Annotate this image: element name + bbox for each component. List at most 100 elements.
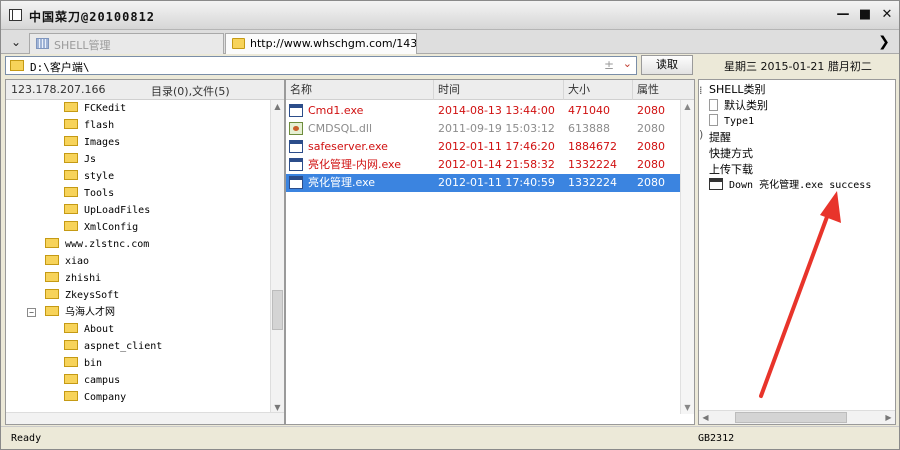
tree-node[interactable]: zhishi	[45, 270, 101, 287]
path-value: D:\客户端\	[30, 61, 90, 74]
scroll-thumb[interactable]	[272, 290, 283, 330]
file-list-pane: 名称 时间 大小 属性 Cmd1.exe 2014-08-13 13:44:00…	[285, 79, 695, 425]
tree-node[interactable]: − 乌海人才网	[27, 304, 115, 321]
category-upload-download[interactable]: 上传下载	[709, 162, 753, 178]
folder-icon	[64, 340, 78, 350]
tree-node[interactable]: Js	[64, 151, 96, 168]
tree-node[interactable]: www.zlstnc.com	[45, 236, 149, 253]
tab-shell-manager[interactable]: SHELL管理	[29, 33, 224, 54]
column-size[interactable]: 大小	[564, 80, 633, 100]
file-name: CMDSQL.dll	[308, 122, 373, 135]
column-time[interactable]: 时间	[434, 80, 564, 100]
exe-icon	[289, 104, 303, 117]
folder-icon	[64, 119, 78, 129]
tree-line: ⁞	[699, 84, 703, 97]
folder-icon	[64, 374, 78, 384]
tree-node[interactable]: FCKedit	[64, 100, 126, 117]
file-attr: 2080	[637, 104, 665, 117]
folder-icon	[64, 136, 78, 146]
folder-icon	[64, 170, 78, 180]
close-button[interactable]: ✕	[879, 7, 895, 23]
file-time: 2011-09-19 15:03:12	[438, 122, 555, 135]
tree-node[interactable]: ZkeysSoft	[45, 287, 119, 304]
path-input[interactable]: D:\客户端\ ± ⌄	[5, 56, 637, 75]
column-name[interactable]: 名称	[286, 80, 434, 100]
tree-node[interactable]: UpLoadFiles	[64, 202, 150, 219]
download-success-log[interactable]: Down 亮化管理.exe success	[709, 178, 871, 194]
file-size: 1332224	[568, 176, 617, 189]
bookmark-icon[interactable]: ±	[604, 58, 614, 72]
category-shortcut[interactable]: 快捷方式	[709, 146, 753, 162]
category-reminder[interactable]: 提醒	[709, 130, 731, 146]
file-attr: 2080	[637, 158, 665, 171]
file-size: 613888	[568, 122, 610, 135]
file-attr: 2080	[637, 122, 665, 135]
file-row[interactable]: Cmd1.exe 2014-08-13 13:44:00 471040 2080	[286, 102, 694, 120]
directory-tree: FCKedit flash Images Js style Tools UpLo…	[6, 100, 271, 414]
scroll-left-icon[interactable]: ◀	[699, 411, 712, 424]
file-row[interactable]: safeserver.exe 2012-01-11 17:46:20 18846…	[286, 138, 694, 156]
maximize-button[interactable]: ■	[857, 7, 873, 23]
tree-node[interactable]: aspnet_client	[64, 338, 162, 355]
folder-icon	[64, 102, 78, 112]
folder-icon	[64, 323, 78, 333]
scroll-up-icon[interactable]: ▲	[271, 100, 284, 113]
tree-node[interactable]: flash	[64, 117, 114, 134]
tree-horizontal-scrollbar[interactable]	[6, 412, 284, 424]
file-list-scrollbar[interactable]: ▲ ▼	[680, 100, 694, 414]
category-tree: ⁞ SHELL类别 默认类别 Type1 ) 提醒 快捷方式 上传下载 Down…	[699, 80, 895, 410]
tree-node[interactable]: Images	[64, 134, 120, 151]
tree-node[interactable]: campus	[64, 372, 120, 389]
dropdown-arrow-icon[interactable]: ⌄	[623, 57, 632, 70]
category-default[interactable]: 默认类别	[709, 98, 768, 114]
tree-node[interactable]: bin	[64, 355, 102, 372]
scroll-right-icon[interactable]: ▶	[882, 411, 895, 424]
file-row[interactable]: 亮化管理-内网.exe 2012-01-14 21:58:32 1332224 …	[286, 156, 694, 174]
tree-node[interactable]: XmlConfig	[64, 219, 138, 236]
tree-node[interactable]: About	[64, 321, 114, 338]
window-icon	[709, 178, 723, 190]
tree-scrollbar[interactable]: ▲ ▼	[270, 100, 284, 414]
file-size: 1884672	[568, 140, 617, 153]
folder-icon	[64, 221, 78, 231]
tree-node[interactable]: Company	[64, 389, 126, 406]
chevron-down-icon[interactable]: ⌄	[7, 33, 25, 51]
encoding-indicator: GB2312	[698, 433, 735, 444]
file-row-selected[interactable]: 亮化管理.exe 2012-01-11 17:40:59 1332224 208…	[286, 174, 694, 192]
folder-icon	[64, 153, 78, 163]
scroll-down-icon[interactable]: ▼	[681, 401, 694, 414]
exe-icon	[289, 140, 303, 153]
minimize-button[interactable]: —	[835, 7, 851, 23]
file-time: 2012-01-11 17:40:59	[438, 176, 555, 189]
read-button[interactable]: 读取	[641, 55, 693, 75]
tab-strip: ⌄ SHELL管理 http://www.whschgm.com/143... …	[1, 30, 899, 54]
directory-summary: 目录(0),文件(5)	[151, 85, 230, 98]
category-type1[interactable]: Type1	[709, 114, 754, 130]
tree-node[interactable]: xiao	[45, 253, 89, 270]
scroll-thumb[interactable]	[735, 412, 847, 423]
dll-icon	[289, 122, 303, 135]
title-bar[interactable]: 中国菜刀@20100812 — ■ ✕	[1, 1, 899, 30]
file-time: 2012-01-14 21:58:32	[438, 158, 555, 171]
tab-label: SHELL管理	[54, 39, 111, 52]
folder-icon	[232, 38, 245, 49]
file-name: safeserver.exe	[308, 140, 388, 153]
collapse-icon[interactable]: −	[27, 308, 36, 317]
tab-remote-url[interactable]: http://www.whschgm.com/143...	[225, 33, 417, 54]
scroll-up-icon[interactable]: ▲	[681, 100, 694, 113]
category-shell[interactable]: SHELL类别	[709, 82, 765, 98]
chevron-right-icon[interactable]: ❯	[877, 33, 891, 51]
exe-icon	[289, 158, 303, 171]
app-icon	[9, 9, 22, 21]
column-attr[interactable]: 属性	[633, 80, 694, 100]
tree-node[interactable]: style	[64, 168, 114, 185]
file-time: 2012-01-11 17:46:20	[438, 140, 555, 153]
file-size: 1332224	[568, 158, 617, 171]
category-horizontal-scrollbar[interactable]: ◀ ▶	[699, 410, 895, 424]
file-row[interactable]: CMDSQL.dll 2011-09-19 15:03:12 613888 20…	[286, 120, 694, 138]
folder-icon	[10, 60, 24, 71]
address-row: D:\客户端\ ± ⌄ 读取 星期三 2015-01-21 腊月初二	[1, 54, 899, 77]
tree-node[interactable]: Tools	[64, 185, 114, 202]
tree-line: )	[699, 128, 704, 141]
folder-icon	[64, 391, 78, 401]
